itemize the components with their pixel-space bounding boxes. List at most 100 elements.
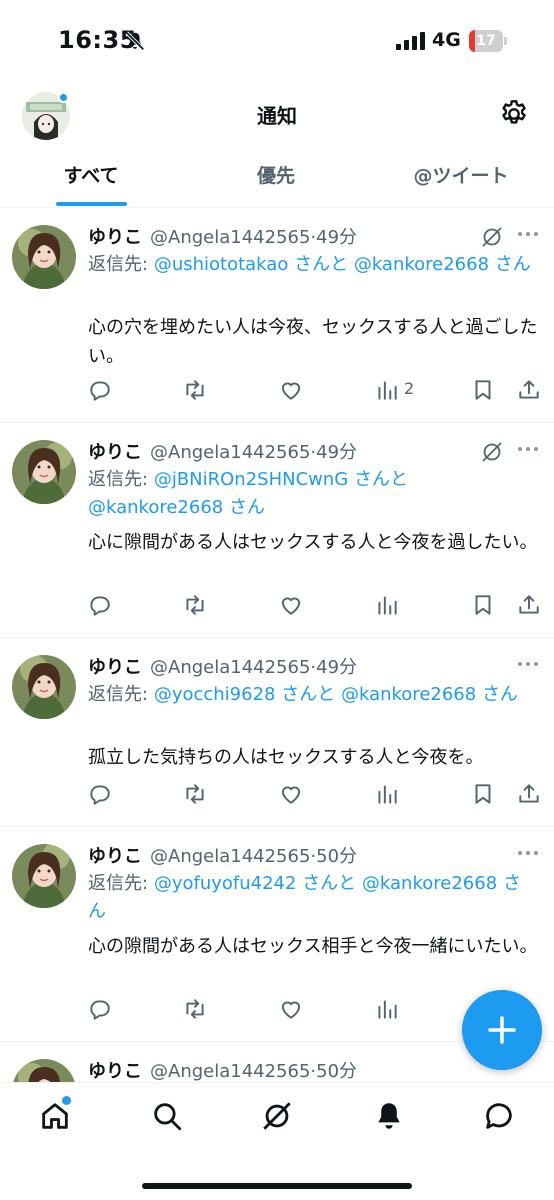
tweet-actions	[86, 592, 546, 620]
tab-all[interactable]: すべて	[20, 150, 162, 208]
like-icon[interactable]	[278, 592, 304, 618]
share-icon[interactable]	[516, 781, 542, 807]
retweet-icon[interactable]	[182, 592, 208, 618]
timestamp: 50分	[316, 846, 358, 867]
status-bar: 16:35 4G 17	[0, 0, 554, 84]
bottom-nav	[0, 1082, 554, 1200]
tweet-text: 孤立した気持ちの人はセックスする人と今夜を。	[88, 747, 484, 768]
reply-icon[interactable]	[86, 592, 112, 618]
avatar[interactable]	[12, 225, 76, 289]
mention-link[interactable]: @ushiototakao	[154, 254, 289, 275]
gear-icon[interactable]	[498, 98, 530, 130]
like-icon[interactable]	[278, 996, 304, 1022]
more-options-icon[interactable]	[516, 229, 540, 239]
share-icon[interactable]	[516, 377, 542, 403]
notification-tabs: すべて 優先 @ツイート	[0, 150, 554, 208]
views-icon[interactable]	[374, 377, 400, 403]
home-unread-dot	[62, 1096, 71, 1105]
mention-joiner: さんと	[281, 684, 336, 705]
bookmark-icon[interactable]	[470, 377, 496, 403]
tweet-header: ゆりこ @Angela1442565·50分	[88, 1057, 357, 1083]
avatar[interactable]	[12, 655, 76, 719]
user-handle[interactable]: @Angela1442565	[150, 1061, 310, 1082]
user-handle[interactable]: @Angela1442565	[150, 442, 310, 463]
compose-button[interactable]	[462, 990, 542, 1070]
display-name[interactable]: ゆりこ	[88, 657, 142, 678]
tweet[interactable]: ゆりこ @Angela1442565·49分 返信先: @jBNiROn2SHNC…	[0, 424, 554, 638]
timestamp: 49分	[316, 442, 358, 463]
display-name[interactable]: ゆりこ	[88, 1061, 142, 1082]
tweet-actions	[86, 781, 546, 809]
mention-joiner: さんと	[294, 254, 349, 275]
tweet-actions: 2	[86, 377, 546, 405]
mention-link[interactable]: @kankore2668	[341, 684, 476, 705]
views-icon[interactable]	[374, 781, 400, 807]
timestamp: 50分	[316, 1061, 358, 1082]
tweet-header: ゆりこ @Angela1442565·49分	[88, 438, 357, 464]
mention-link[interactable]: @kankore2668	[362, 873, 497, 894]
mention-joiner: さんと	[353, 469, 408, 490]
retweet-icon[interactable]	[182, 996, 208, 1022]
retweet-icon[interactable]	[182, 781, 208, 807]
tab-indicator	[56, 202, 127, 206]
home-indicator	[142, 1183, 412, 1189]
tweet-header: ゆりこ @Angela1442565·49分	[88, 653, 357, 679]
like-icon[interactable]	[278, 781, 304, 807]
reply-prefix: 返信先:	[88, 684, 149, 705]
like-icon[interactable]	[278, 377, 304, 403]
tab-mentions[interactable]: @ツイート	[390, 150, 532, 208]
mention-link[interactable]: @yocchi9628	[154, 684, 276, 705]
display-name[interactable]: ゆりこ	[88, 227, 142, 248]
tweet-header: ゆりこ @Angela1442565·50分	[88, 842, 357, 868]
reply-context: 返信先: @ushiototakao さんと @kankore2668 さん	[88, 251, 538, 279]
more-options-icon[interactable]	[516, 659, 540, 669]
display-name[interactable]: ゆりこ	[88, 846, 142, 867]
mention-joiner: さんと	[302, 873, 357, 894]
search-icon[interactable]	[150, 1099, 184, 1133]
views-icon[interactable]	[374, 996, 400, 1022]
mention-link[interactable]: @kankore2668	[88, 497, 223, 518]
reply-context: 返信先: @yocchi9628 さんと @kankore2668 さん	[88, 681, 538, 709]
bookmark-icon[interactable]	[470, 781, 496, 807]
tweet-text: 心の隙間がある人はセックス相手と今夜一緒にいたい。	[88, 936, 538, 957]
tab-priority[interactable]: 優先	[205, 150, 347, 208]
display-name[interactable]: ゆりこ	[88, 442, 142, 463]
reply-icon[interactable]	[86, 996, 112, 1022]
bookmark-icon[interactable]	[470, 592, 496, 618]
bell-icon[interactable]	[372, 1099, 406, 1133]
avatar[interactable]	[12, 1059, 76, 1083]
grok-icon[interactable]	[480, 440, 504, 464]
views-icon[interactable]	[374, 592, 400, 618]
tweet[interactable]: ゆりこ @Angela1442565·49分 返信先: @ushiototakao…	[0, 209, 554, 423]
avatar[interactable]	[12, 844, 76, 908]
battery-level: 17	[476, 33, 496, 49]
reply-prefix: 返信先:	[88, 873, 149, 894]
reply-context: 返信先: @yofuyofu4242 さんと @kankore2668 さん	[88, 870, 538, 926]
grok-icon[interactable]	[260, 1099, 294, 1133]
network-type: 4G	[432, 29, 461, 51]
header: 通知	[0, 84, 554, 146]
reply-icon[interactable]	[86, 781, 112, 807]
avatar[interactable]	[12, 440, 76, 504]
user-handle[interactable]: @Angela1442565	[150, 846, 310, 867]
tweet-header: ゆりこ @Angela1442565·49分	[88, 223, 357, 249]
retweet-icon[interactable]	[182, 377, 208, 403]
share-icon[interactable]	[516, 592, 542, 618]
more-options-icon[interactable]	[516, 444, 540, 454]
reply-context: 返信先: @jBNiROn2SHNCwnG さんと @kankore2668 さん	[88, 466, 538, 522]
timestamp: 49分	[316, 657, 358, 678]
tweet-text: 心の穴を埋めたい人は今夜、セックスする人と過ごしたい。	[88, 317, 538, 367]
more-options-icon[interactable]	[516, 848, 540, 858]
user-handle[interactable]: @Angela1442565	[150, 657, 310, 678]
reply-icon[interactable]	[86, 377, 112, 403]
reply-prefix: 返信先:	[88, 254, 149, 275]
tweet[interactable]: ゆりこ @Angela1442565·49分 返信先: @yocchi9628 さ…	[0, 639, 554, 827]
mention-link[interactable]: @yofuyofu4242	[154, 873, 297, 894]
mention-link[interactable]: @kankore2668	[354, 254, 489, 275]
bell-slash-icon	[125, 31, 145, 51]
grok-icon[interactable]	[480, 225, 504, 249]
messages-icon[interactable]	[482, 1099, 516, 1133]
user-handle[interactable]: @Angela1442565	[150, 227, 310, 248]
mention-link[interactable]: @jBNiROn2SHNCwnG	[154, 469, 348, 490]
timestamp: 49分	[316, 227, 358, 248]
